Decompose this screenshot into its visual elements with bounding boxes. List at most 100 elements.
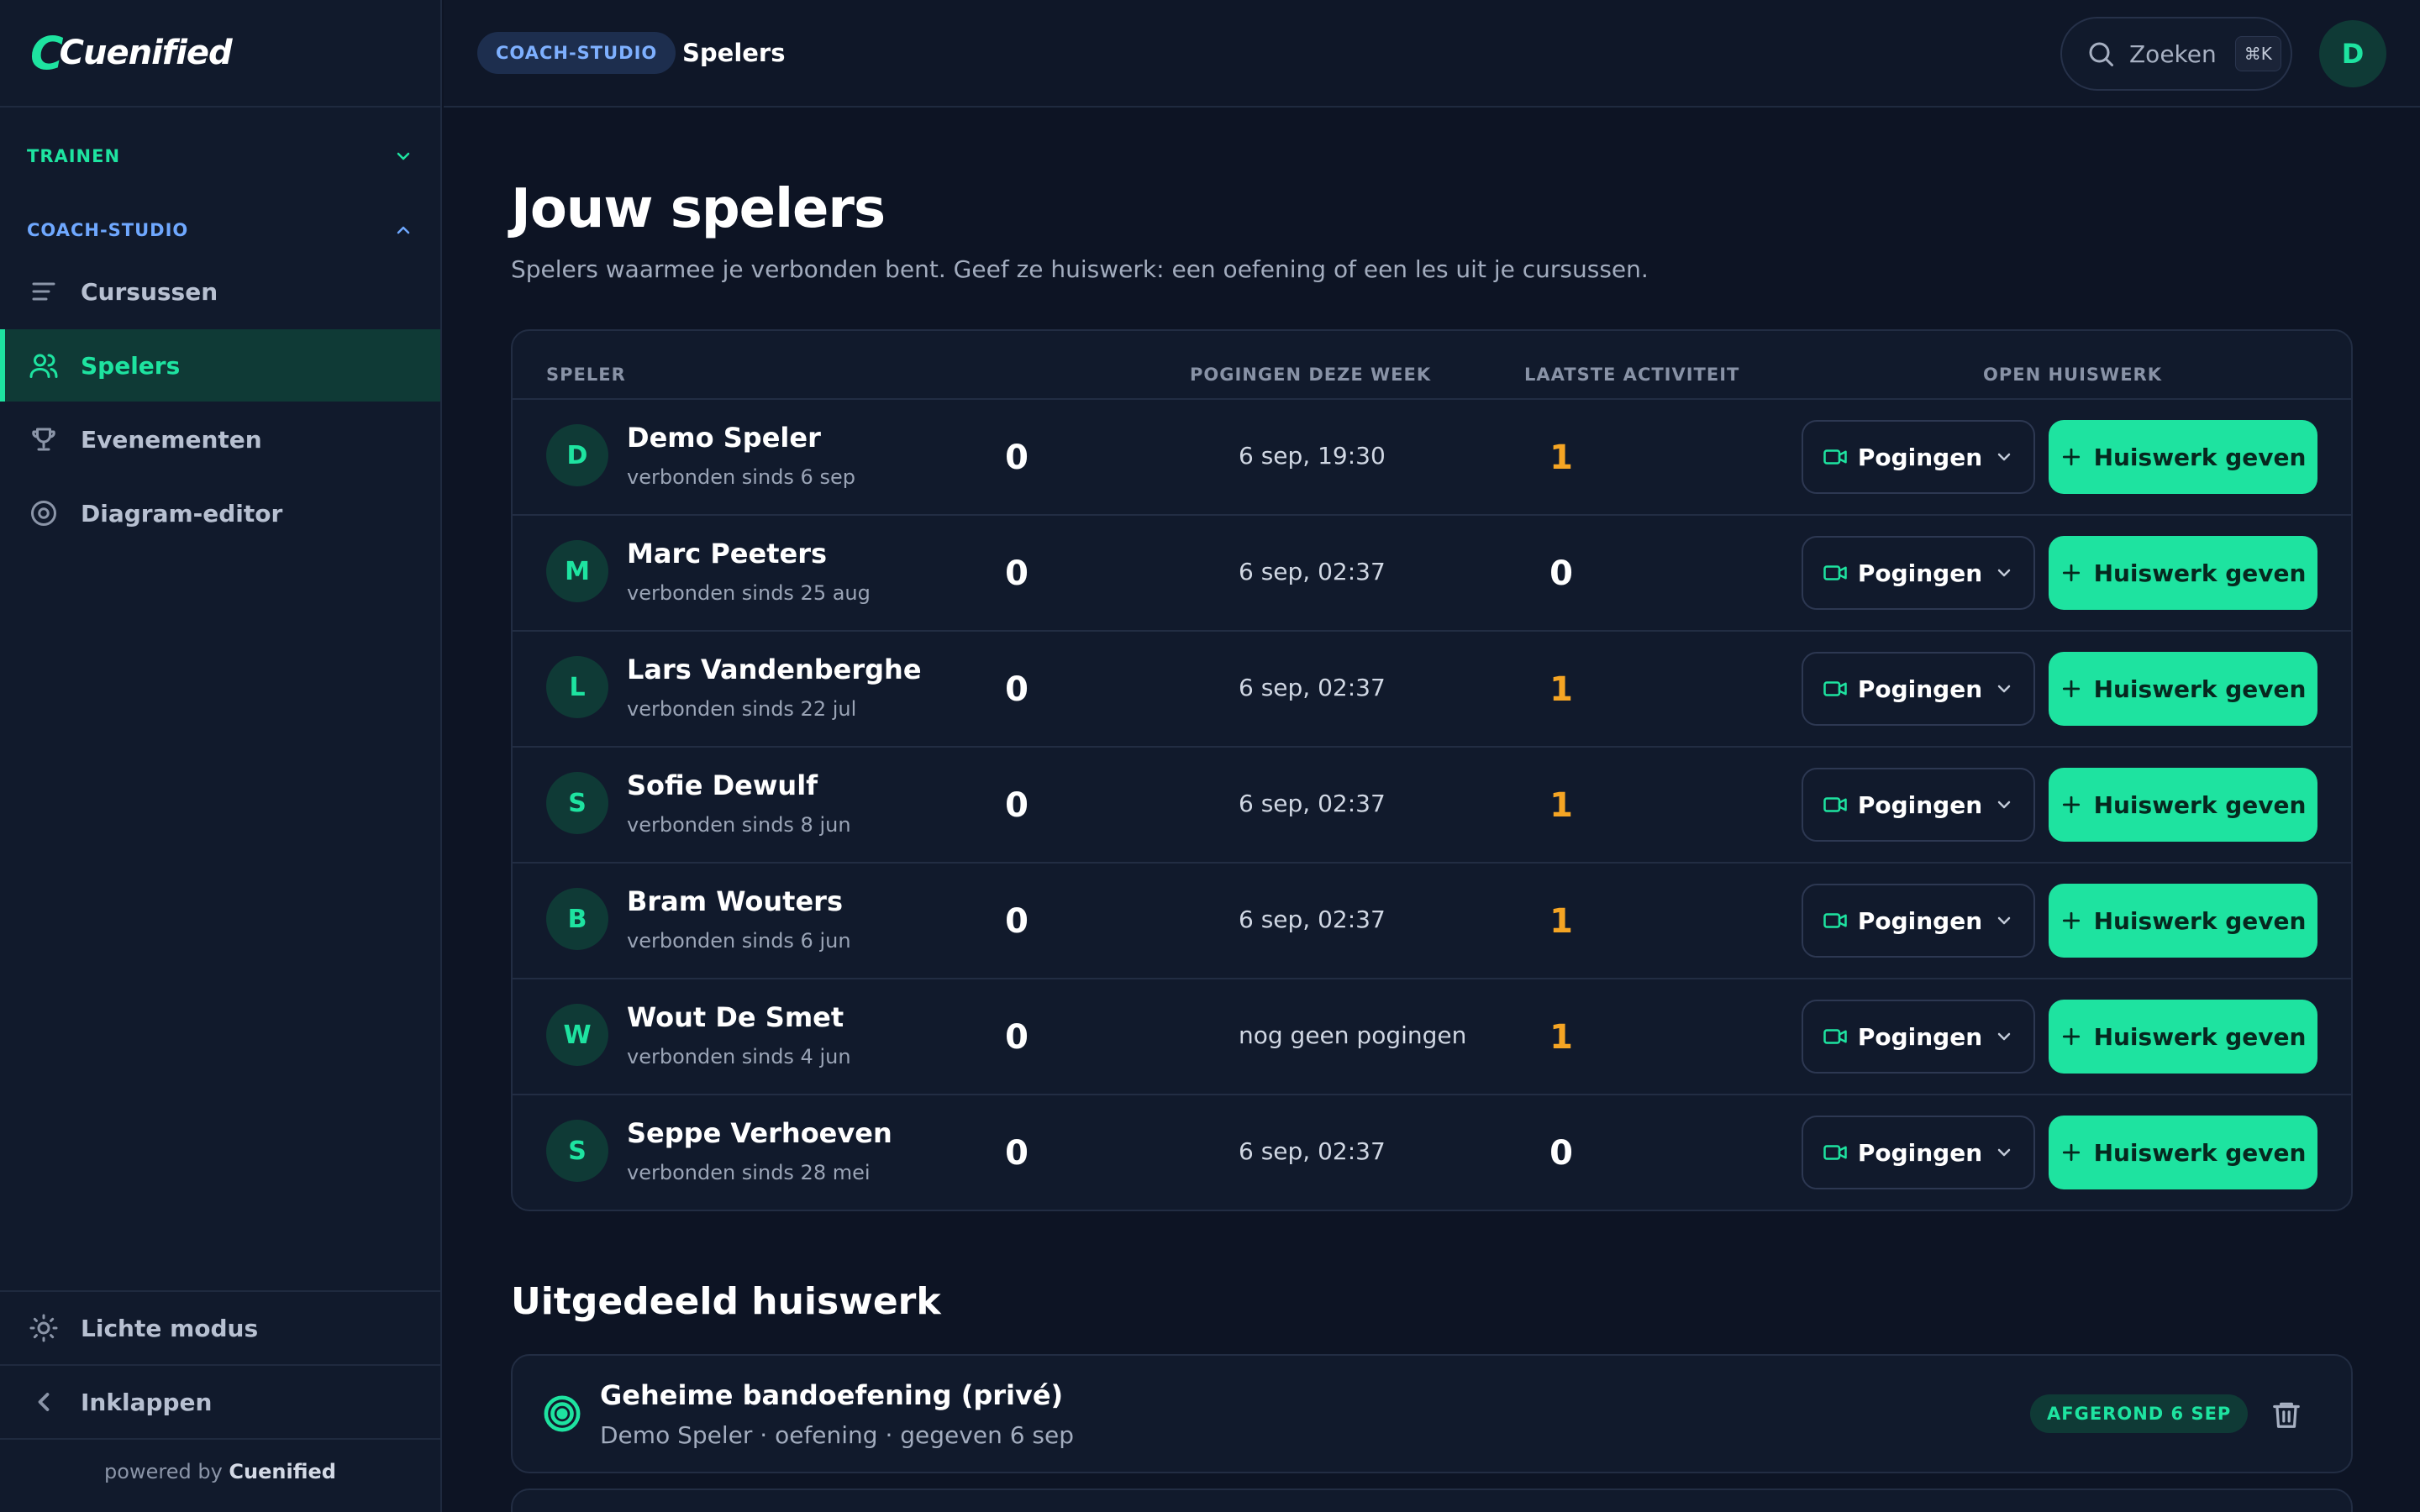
- sidebar-item-label: Cursussen: [81, 277, 218, 306]
- search-icon: [2089, 42, 2113, 66]
- player-connected-since: verbonden sinds 25 aug: [627, 581, 871, 605]
- player-avatar: W: [546, 1004, 608, 1066]
- assign-homework-button[interactable]: Huiswerk geven: [2049, 1116, 2317, 1189]
- assign-button-label: Huiswerk geven: [2093, 443, 2307, 471]
- video-icon: [1823, 797, 1847, 812]
- users-icon: [29, 354, 58, 378]
- attempts-dropdown-button[interactable]: Pogingen: [1802, 536, 2035, 610]
- brand-logo[interactable]: C Cuenified: [30, 27, 233, 80]
- table-row: B Bram Wouters verbonden sinds 6 jun 0 6 sep…: [513, 862, 2351, 978]
- user-avatar[interactable]: D: [2319, 20, 2386, 87]
- players-table: SPELER POGINGEN DEZE WEEK LAATSTE ACTIVI…: [511, 329, 2353, 1211]
- attempts-dropdown-button[interactable]: Pogingen: [1802, 652, 2035, 726]
- assign-button-label: Huiswerk geven: [2093, 1022, 2307, 1051]
- sidebar-item-label: Diagram-editor: [81, 499, 283, 528]
- player-connected-since: verbonden sinds 4 jun: [627, 1045, 851, 1068]
- sidebar-item-diagram-editor[interactable]: Diagram-editor: [0, 477, 440, 549]
- video-icon: [1823, 681, 1847, 696]
- open-homework-count: 1: [1549, 902, 1573, 941]
- attempts-dropdown-button[interactable]: Pogingen: [1802, 420, 2035, 494]
- sidebar-item-evenementen[interactable]: Evenementen: [0, 403, 440, 475]
- breadcrumb-badge[interactable]: COACH-STUDIO: [477, 32, 676, 74]
- attempts-dropdown-button[interactable]: Pogingen: [1802, 768, 2035, 842]
- player-name[interactable]: Lars Vandenberghe: [627, 654, 922, 685]
- open-homework-count: 0: [1549, 554, 1573, 593]
- player-connected-since: verbonden sinds 28 mei: [627, 1161, 871, 1184]
- column-header-speler: SPELER: [546, 365, 626, 385]
- breadcrumb-title: Spelers: [682, 39, 786, 67]
- attempts-button-label: Pogingen: [1857, 906, 1983, 935]
- player-name[interactable]: Marc Peeters: [627, 538, 827, 570]
- attempts-button-label: Pogingen: [1857, 790, 1983, 819]
- section-trainen-label: TRAINEN: [27, 146, 121, 166]
- video-icon: [1823, 449, 1847, 465]
- assign-homework-button[interactable]: Huiswerk geven: [2049, 652, 2317, 726]
- theme-toggle[interactable]: Lichte modus: [0, 1292, 440, 1364]
- homework-item[interactable]: [511, 1488, 2353, 1512]
- plus-icon: [2062, 1027, 2080, 1046]
- column-header-open-huiswerk: OPEN HUISWERK: [1983, 365, 2162, 385]
- homework-item[interactable]: Geheime bandoefening (privé) Demo Speler…: [511, 1354, 2353, 1473]
- assign-homework-button[interactable]: Huiswerk geven: [2049, 536, 2317, 610]
- column-header-pogingen: POGINGEN DEZE WEEK: [1190, 365, 1432, 385]
- open-homework-count: 1: [1549, 1018, 1573, 1057]
- assign-button-label: Huiswerk geven: [2093, 675, 2307, 703]
- attempts-dropdown-button[interactable]: Pogingen: [1802, 884, 2035, 958]
- sidebar: C Cuenified TRAINEN COACH-STUDIO Cursusse…: [0, 0, 442, 1512]
- section-trainen[interactable]: TRAINEN: [27, 139, 413, 173]
- section-coach-studio[interactable]: COACH-STUDIO: [27, 213, 413, 247]
- player-name[interactable]: Demo Speler: [627, 422, 821, 454]
- table-row: M Marc Peeters verbonden sinds 25 aug 0 6 se…: [513, 514, 2351, 630]
- video-icon: [1823, 565, 1847, 580]
- trash-icon[interactable]: [2270, 1398, 2302, 1431]
- chevron-down-icon: [1997, 569, 2011, 577]
- table-row: D Demo Speler verbonden sinds 6 sep 0 6 sep,…: [513, 398, 2351, 514]
- player-avatar: B: [546, 888, 608, 950]
- open-homework-count: 1: [1549, 670, 1573, 709]
- attempts-dropdown-button[interactable]: Pogingen: [1802, 1000, 2035, 1074]
- assign-homework-button[interactable]: Huiswerk geven: [2049, 884, 2317, 958]
- attempts-count: 0: [1005, 1134, 1028, 1173]
- player-name[interactable]: Wout De Smet: [627, 1001, 844, 1033]
- sidebar-item-spelers[interactable]: Spelers: [0, 329, 440, 402]
- chevron-down-icon: [1997, 916, 2011, 925]
- attempts-count: 0: [1005, 438, 1028, 477]
- attempts-button-label: Pogingen: [1857, 443, 1983, 471]
- player-name[interactable]: Bram Wouters: [627, 885, 843, 917]
- page-title: Jouw spelers: [511, 178, 886, 240]
- attempts-button-label: Pogingen: [1857, 1138, 1983, 1167]
- collapse-button[interactable]: Inklappen: [0, 1366, 440, 1438]
- attempts-dropdown-button[interactable]: Pogingen: [1802, 1116, 2035, 1189]
- search-button[interactable]: Zoeken ⌘K: [2060, 17, 2292, 91]
- homework-item-meta: Demo Speler · oefening · gegeven 6 sep: [600, 1421, 1075, 1449]
- attempts-button-label: Pogingen: [1857, 1022, 1983, 1051]
- player-connected-since: verbonden sinds 6 jun: [627, 929, 851, 953]
- plus-icon: [2062, 795, 2080, 814]
- table-row: L Lars Vandenberghe verbonden sinds 22 jul…: [513, 630, 2351, 746]
- homework-section-title: Uitgedeeld huiswerk: [511, 1280, 941, 1323]
- sidebar-item-label: Evenementen: [81, 425, 262, 454]
- table-row: S Seppe Verhoeven verbonden sinds 28 mei 0 6…: [513, 1094, 2351, 1210]
- video-icon: [1823, 913, 1847, 928]
- player-avatar: L: [546, 656, 608, 718]
- target-icon: [544, 1395, 581, 1432]
- table-row: W Wout De Smet verbonden sinds 4 jun 0 nog g…: [513, 978, 2351, 1094]
- player-name[interactable]: Seppe Verhoeven: [627, 1117, 892, 1149]
- theme-toggle-label: Lichte modus: [81, 1314, 259, 1342]
- player-avatar: D: [546, 424, 608, 486]
- player-name[interactable]: Sofie Dewulf: [627, 769, 818, 801]
- search-label: Zoeken: [2129, 39, 2217, 68]
- last-activity: 6 sep, 02:37: [1239, 790, 1386, 817]
- player-connected-since: verbonden sinds 8 jun: [627, 813, 851, 837]
- assign-homework-button[interactable]: Huiswerk geven: [2049, 420, 2317, 494]
- sidebar-item-cursussen[interactable]: Cursussen: [0, 255, 440, 328]
- open-homework-count: 0: [1549, 1134, 1573, 1173]
- attempts-button-label: Pogingen: [1857, 675, 1983, 703]
- assign-homework-button[interactable]: Huiswerk geven: [2049, 768, 2317, 842]
- plus-icon: [2062, 680, 2080, 698]
- attempts-button-label: Pogingen: [1857, 559, 1983, 587]
- chevron-up-icon: [397, 226, 410, 234]
- assign-homework-button[interactable]: Huiswerk geven: [2049, 1000, 2317, 1074]
- last-activity: nog geen pogingen: [1239, 1021, 1467, 1049]
- topbar: COACH-STUDIO Spelers Zoeken ⌘K D: [444, 0, 2420, 108]
